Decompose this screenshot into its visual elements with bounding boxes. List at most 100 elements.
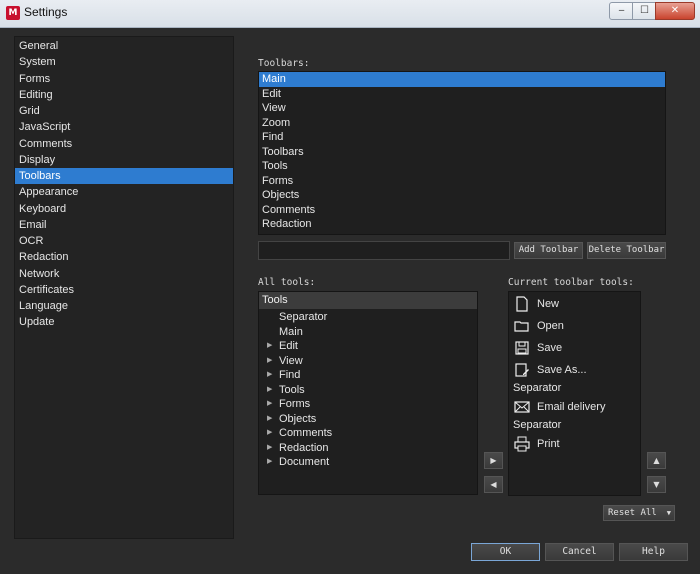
sidebar-item-system[interactable]: System (15, 54, 233, 70)
current-tool-item[interactable]: Email delivery (509, 396, 640, 418)
tree-item-label: Document (279, 456, 330, 468)
all-tools-label: All tools: (258, 277, 316, 288)
tree-item-label: Main (279, 325, 303, 338)
sidebar-item-javascript[interactable]: JavaScript (15, 119, 233, 135)
current-tool-label: Save As... (537, 364, 587, 376)
remove-tool-button[interactable]: ◀ (484, 476, 503, 493)
tree-item[interactable]: ▶ Edit (259, 339, 477, 354)
ok-button[interactable]: OK (471, 543, 540, 561)
add-tool-button[interactable]: ▶ (484, 452, 503, 469)
toolbar-list-item[interactable]: Edit (259, 87, 665, 102)
sidebar-item-grid[interactable]: Grid (15, 103, 233, 119)
tree-item-label: Objects (279, 412, 317, 425)
settings-window: M Settings ‒ ☐ ✕ General System Forms Editi… (0, 0, 700, 574)
expand-arrow-icon[interactable]: ▶ (267, 383, 272, 397)
reset-all-label: Reset All (608, 508, 657, 518)
cancel-button[interactable]: Cancel (545, 543, 614, 561)
tree-item[interactable]: ▶ View (259, 354, 477, 369)
sidebar-item-ocr[interactable]: OCR (15, 233, 233, 249)
sidebar-item-toolbars[interactable]: Toolbars (15, 168, 233, 185)
tree-item[interactable]: ▶ Objects (259, 412, 477, 427)
sidebar-item-forms[interactable]: Forms (15, 71, 233, 87)
toolbar-list-item[interactable]: Toolbars (259, 145, 665, 160)
expand-arrow-icon[interactable]: ▶ (267, 441, 272, 455)
current-tool-item[interactable]: Open (509, 315, 640, 337)
move-up-button[interactable]: ▲ (647, 452, 666, 469)
tree-item-label: Comments (279, 427, 333, 439)
sidebar-item-update[interactable]: Update (15, 314, 233, 330)
sidebar-item-appearance[interactable]: Appearance (15, 184, 233, 200)
tree-item-label: Separator (279, 311, 328, 323)
current-tool-item[interactable]: Separator (509, 381, 640, 396)
sidebar-item-email[interactable]: Email (15, 217, 233, 233)
current-tools-list: New Open Save Save As... Separator Email deli… (508, 291, 641, 496)
toolbars-label: Toolbars: (258, 58, 310, 69)
sidebar-item-certificates[interactable]: Certificates (15, 282, 233, 298)
add-toolbar-button[interactable]: Add Toolbar (514, 242, 583, 259)
expand-arrow-icon[interactable]: ▶ (267, 354, 272, 368)
toolbar-list-item[interactable]: Redaction (259, 217, 665, 232)
expand-arrow-icon[interactable]: ▶ (267, 368, 272, 382)
all-tools-tree: Tools Separator Main ▶ Edit ▶ View ▶ Find ▶ Tools… (258, 291, 478, 495)
close-button[interactable]: ✕ (655, 2, 695, 20)
expand-arrow-icon[interactable]: ▶ (267, 397, 272, 411)
sidebar-item-comments[interactable]: Comments (15, 136, 233, 152)
tree-item-label: Find (279, 369, 301, 381)
tree-item[interactable]: ▶ Document (259, 455, 477, 470)
tree-item-label: Edit (279, 340, 298, 352)
expand-arrow-icon[interactable]: ▶ (267, 412, 272, 426)
folder-open-icon (514, 318, 530, 334)
reset-all-dropdown[interactable]: Reset All ▼ (603, 505, 675, 521)
tools-tree-header[interactable]: Tools (259, 292, 477, 309)
sidebar-item-keyboard[interactable]: Keyboard (15, 201, 233, 217)
toolbar-list-item[interactable]: View (259, 101, 665, 116)
tree-item[interactable]: ▶ Tools (259, 383, 477, 398)
tree-item-label: Forms (279, 398, 311, 410)
current-tools-label: Current toolbar tools: (508, 277, 634, 288)
tree-item[interactable]: ▶ Comments (259, 426, 477, 441)
current-tool-item[interactable]: Save As... (509, 359, 640, 381)
toolbar-list-item[interactable]: Forms (259, 174, 665, 189)
toolbar-list-item[interactable]: Find (259, 130, 665, 145)
delete-toolbar-button[interactable]: Delete Toolbar (587, 242, 666, 259)
floppy-disk-icon (514, 340, 530, 356)
minimize-button[interactable]: ‒ (609, 2, 634, 20)
current-tool-item[interactable]: Separator (509, 418, 640, 433)
current-tool-label: Email delivery (537, 401, 606, 413)
toolbar-list-item[interactable]: Tools (259, 159, 665, 174)
tree-item[interactable]: Separator (259, 310, 477, 325)
window-title: Settings (24, 5, 68, 19)
toolbars-list: Main Edit View Zoom Find Toolbars Tools Forms Ob… (258, 71, 666, 235)
tree-item-label: View (279, 354, 303, 367)
toolbar-list-item[interactable]: Objects (259, 188, 665, 203)
tree-item[interactable]: Main (259, 325, 477, 340)
current-tool-item[interactable]: Print (509, 433, 640, 455)
sidebar-item-redaction[interactable]: Redaction (15, 249, 233, 265)
tree-item[interactable]: ▶ Forms (259, 397, 477, 412)
sidebar-item-display[interactable]: Display (15, 152, 233, 168)
toolbar-list-item[interactable]: Zoom (259, 116, 665, 131)
sidebar-item-network[interactable]: Network (15, 266, 233, 282)
printer-icon (514, 436, 530, 452)
tree-item[interactable]: ▶ Redaction (259, 441, 477, 456)
save-as-icon (514, 362, 530, 378)
tree-item-label: Tools (279, 383, 305, 396)
expand-arrow-icon[interactable]: ▶ (267, 339, 272, 353)
current-tool-item[interactable]: Save (509, 337, 640, 359)
toolbar-name-input[interactable] (258, 241, 510, 260)
help-button[interactable]: Help (619, 543, 688, 561)
current-tool-label: Open (537, 320, 564, 332)
toolbar-list-item[interactable]: Comments (259, 203, 665, 218)
current-tool-label: Separator (513, 382, 562, 394)
expand-arrow-icon[interactable]: ▶ (267, 426, 272, 440)
toolbar-list-item[interactable]: Main (259, 72, 665, 87)
tree-item[interactable]: ▶ Find (259, 368, 477, 383)
sidebar-item-general[interactable]: General (15, 38, 233, 54)
sidebar-item-language[interactable]: Language (15, 298, 233, 314)
sidebar-item-editing[interactable]: Editing (15, 87, 233, 103)
expand-arrow-icon[interactable]: ▶ (267, 455, 272, 469)
current-tool-item[interactable]: New (509, 293, 640, 315)
maximize-button[interactable]: ☐ (632, 2, 657, 20)
settings-category-list: General System Forms Editing Grid JavaScript C… (14, 36, 234, 539)
move-down-button[interactable]: ▼ (647, 476, 666, 493)
